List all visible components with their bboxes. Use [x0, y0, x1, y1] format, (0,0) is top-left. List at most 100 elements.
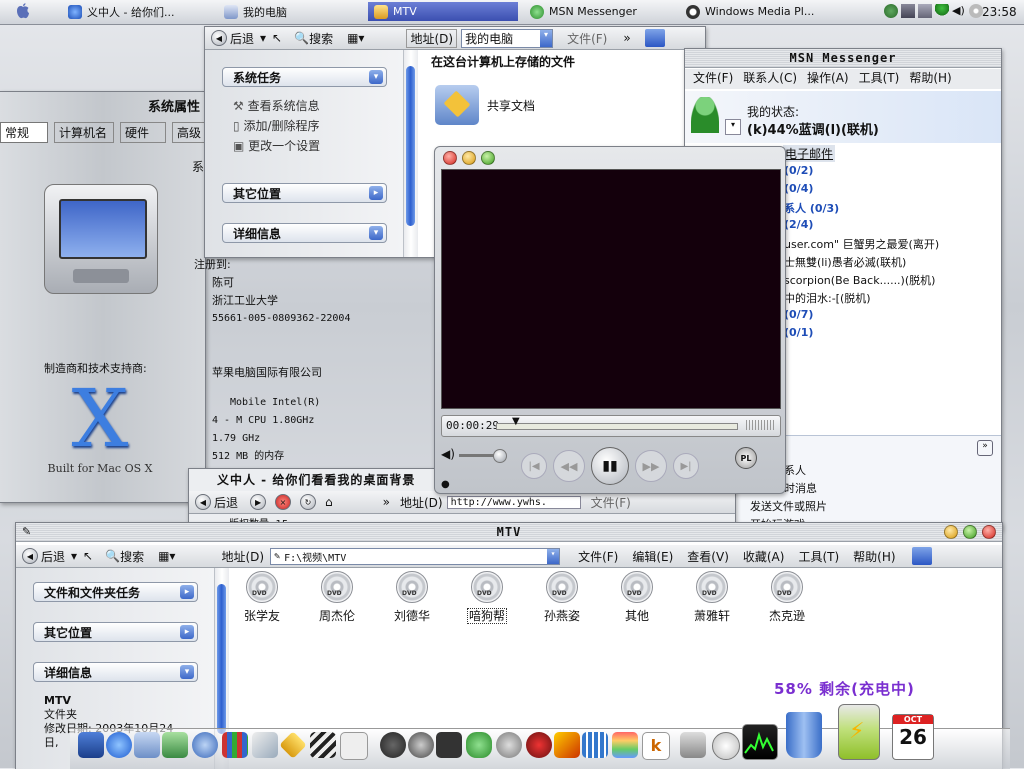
ie-stop-icon[interactable]: ×: [275, 494, 294, 510]
tasks-scrollbar[interactable]: [403, 50, 418, 257]
volume-slider[interactable]: [459, 449, 507, 463]
tray-volume-icon[interactable]: ◀): [952, 4, 966, 18]
contact-group-3[interactable]: 系人 (0/3): [784, 200, 839, 216]
dock-chart-icon[interactable]: [252, 732, 278, 758]
expand-chevron-icon[interactable]: ▸: [180, 585, 194, 599]
contact-entry[interactable]: 中的泪水:-[(脱机): [784, 290, 871, 306]
dock-gamepad-icon[interactable]: [466, 732, 492, 758]
contact-entry[interactable]: user.com" 巨蟹男之最爱(离开): [784, 236, 939, 252]
apple-menu-icon[interactable]: [16, 3, 30, 20]
dock-globe-icon[interactable]: [192, 732, 218, 758]
other-places-panel[interactable]: 其它位置 ▸: [222, 183, 387, 203]
expand-chevron-icon[interactable]: ▸: [180, 625, 194, 639]
mtv-back-button[interactable]: ◀ 后退: [22, 548, 65, 565]
contact-group-1[interactable]: (0/2): [784, 164, 813, 177]
msn-action-send-im[interactable]: 时消息: [784, 480, 817, 496]
tab-hardware[interactable]: 硬件: [120, 122, 166, 143]
tray-network-icon[interactable]: [901, 4, 915, 18]
dock-ie-icon[interactable]: [106, 732, 132, 758]
folder-item-selected[interactable]: DVD 喑狗帮: [457, 571, 517, 624]
tray-user-icon[interactable]: [884, 4, 898, 18]
ie-forward-icon[interactable]: ▶: [250, 494, 269, 510]
msn-action-send-file[interactable]: 发送文件或照片: [750, 498, 827, 514]
seek-handle[interactable]: ▼: [512, 416, 520, 427]
msn-menu-contacts[interactable]: 联系人(C): [743, 69, 797, 89]
folder-item[interactable]: DVD 萧雅轩: [682, 571, 742, 624]
next-track-icon[interactable]: ▶|: [673, 453, 699, 479]
tray-cd-icon[interactable]: [969, 4, 983, 18]
folder-item[interactable]: DVD 张学友: [232, 571, 292, 624]
more-chevron-icon[interactable]: »: [623, 31, 630, 45]
tray-umbrella-icon[interactable]: [935, 4, 949, 18]
mtv-zoom-button[interactable]: [963, 525, 977, 539]
details-panel[interactable]: 详细信息 ▾: [222, 223, 387, 243]
dock-activity-monitor-icon[interactable]: [742, 724, 778, 760]
task-button-my-computer[interactable]: 我的电脑: [218, 2, 358, 21]
dock-playboy-icon[interactable]: [340, 732, 368, 760]
playlist-button[interactable]: PL: [735, 447, 757, 469]
ie-more-chevron-icon[interactable]: »: [383, 495, 390, 509]
mtv-minimize-button[interactable]: [944, 525, 958, 539]
back-dropdown-icon[interactable]: ▾: [260, 31, 266, 45]
contact-group-5[interactable]: (0/7): [784, 308, 813, 321]
collapse-chevron-icon[interactable]: ▾: [369, 226, 383, 240]
menu-file[interactable]: 文件(F): [578, 548, 618, 565]
zoom-button[interactable]: [481, 151, 495, 165]
dock-books-icon[interactable]: [222, 732, 248, 758]
dock-calendar-icon[interactable]: OCT 26: [892, 714, 934, 760]
address-field[interactable]: 我的电脑 ▾: [461, 28, 554, 48]
mtv-other-places-panel[interactable]: 其它位置 ▸: [33, 622, 198, 642]
dock-shades-icon[interactable]: [436, 732, 462, 758]
mtv-address-dropdown-icon[interactable]: ▾: [547, 548, 560, 564]
dock-fan-icon[interactable]: [380, 732, 406, 758]
menu-help[interactable]: 帮助(H): [853, 548, 895, 565]
task-change-setting[interactable]: ▣ 更改一个设置: [233, 136, 320, 156]
menu-edit[interactable]: 编辑(E): [632, 548, 673, 565]
volume-knob[interactable]: [493, 449, 507, 463]
folder-item[interactable]: DVD 杰克逊: [757, 571, 817, 624]
task-button-msn[interactable]: MSN Messenger: [524, 2, 674, 21]
shared-docs-item[interactable]: 共享文档: [435, 85, 535, 125]
mtv-views-icon[interactable]: ▦▾: [158, 549, 175, 563]
ie-back-button[interactable]: ◀ 后退: [195, 494, 238, 511]
seek-bar[interactable]: 00:00:29 ▼: [441, 415, 781, 437]
fast-forward-icon[interactable]: ▶▶: [635, 450, 667, 482]
task-button-webpage[interactable]: 义中人 - 给你们...: [62, 2, 208, 21]
tray-monitor-icon[interactable]: [918, 4, 932, 18]
menu-tools[interactable]: 工具(T): [798, 548, 839, 565]
dock-k-icon[interactable]: k: [642, 732, 670, 760]
my-status[interactable]: (k)44%蓝调(l)(联机): [747, 119, 879, 138]
contact-group-4[interactable]: (2/4): [784, 218, 813, 231]
dock-clapper-icon[interactable]: [310, 732, 336, 758]
mtv-up-arrow-icon[interactable]: ↖: [83, 549, 93, 563]
file-menu[interactable]: 文件(F): [567, 30, 607, 47]
tab-general[interactable]: 常规: [0, 122, 48, 143]
address-dropdown-icon[interactable]: ▾: [540, 29, 553, 47]
dock-trash-icon[interactable]: [786, 712, 822, 758]
email-link[interactable]: 电子邮件: [783, 145, 836, 162]
mtv-close-button[interactable]: [982, 525, 996, 539]
contact-entry[interactable]: scorpion(Be Back......)(脱机): [784, 272, 935, 288]
back-button[interactable]: ◀ 后退: [211, 30, 254, 47]
dock-photo-icon[interactable]: [162, 732, 188, 758]
minimize-button[interactable]: [462, 151, 476, 165]
msn-action-add-contact[interactable]: 系人: [784, 462, 806, 478]
folder-item[interactable]: DVD 孙燕姿: [532, 571, 592, 624]
ie-refresh-icon[interactable]: ↻: [300, 494, 319, 510]
video-screen[interactable]: [441, 169, 781, 409]
clock[interactable]: 23:58: [982, 5, 1017, 19]
collapse-chevron-icon[interactable]: ▾: [180, 665, 194, 679]
mtv-address-field[interactable]: ✎ F:\视频\MTV ▾: [270, 547, 561, 565]
dock-spiral-icon[interactable]: [496, 732, 522, 758]
collapse-chevron-icon[interactable]: ▾: [369, 70, 383, 84]
contact-group-2[interactable]: (0/4): [784, 182, 813, 195]
task-view-sysinfo[interactable]: ⚒ 查看系统信息: [233, 96, 320, 116]
task-button-media-player[interactable]: Windows Media Pl...: [680, 2, 830, 21]
up-arrow-icon[interactable]: ↖: [272, 31, 282, 45]
folder-item[interactable]: DVD 周杰伦: [307, 571, 367, 624]
msn-collapse-icon[interactable]: »: [977, 440, 993, 456]
system-tasks-panel[interactable]: 系统任务 ▾: [222, 67, 387, 87]
folder-item[interactable]: DVD 其他: [607, 571, 667, 624]
dock-battery-icon[interactable]: ⚡: [838, 704, 880, 760]
dock-bug-icon[interactable]: [526, 732, 552, 758]
